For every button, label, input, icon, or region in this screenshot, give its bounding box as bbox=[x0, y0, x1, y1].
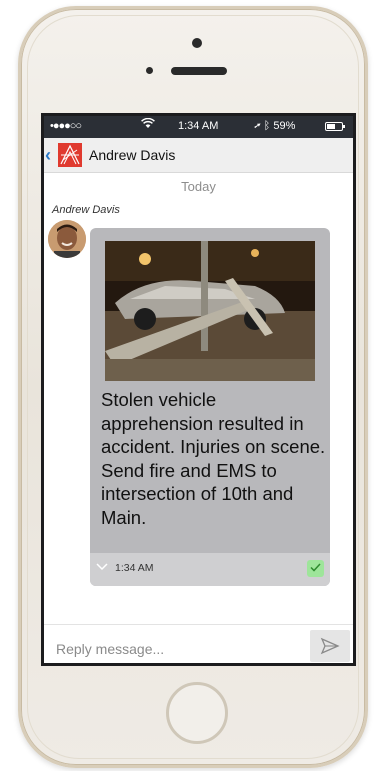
reply-bar bbox=[44, 624, 353, 663]
message-footer: 1:34 AM bbox=[90, 553, 330, 586]
check-icon bbox=[307, 560, 324, 577]
home-button[interactable] bbox=[166, 682, 228, 744]
front-sensor bbox=[192, 38, 202, 48]
phone-screen: •●●●○○ 1:34 AM ➚ ᛒ 59% ‹ Andrew Davis To… bbox=[41, 113, 356, 666]
bluetooth-icon: ᛒ bbox=[263, 120, 271, 132]
wifi-icon bbox=[141, 117, 155, 132]
contact-logo-icon bbox=[58, 143, 82, 167]
battery-icon bbox=[325, 122, 345, 131]
status-right-group: ➚ ᛒ 59% bbox=[254, 120, 295, 132]
earpiece-speaker bbox=[171, 67, 227, 75]
reply-message-input[interactable] bbox=[54, 638, 288, 660]
message-text: Stolen vehicle apprehension resulted in … bbox=[101, 389, 326, 528]
send-icon bbox=[320, 637, 340, 655]
contact-name[interactable]: Andrew Davis bbox=[89, 147, 175, 163]
status-time: 1:34 AM bbox=[178, 120, 219, 132]
message-photo[interactable] bbox=[105, 241, 315, 381]
front-camera bbox=[146, 67, 153, 74]
message-bubble[interactable]: Stolen vehicle apprehension resulted in … bbox=[90, 228, 330, 586]
signal-indicator: •●●●○○ bbox=[50, 120, 82, 132]
message-sender-name: Andrew Davis bbox=[52, 204, 120, 216]
location-arrow-icon: ➚ bbox=[254, 120, 261, 132]
battery-percent: 59% bbox=[273, 120, 296, 132]
date-separator: Today bbox=[181, 179, 216, 194]
chevron-down-icon[interactable] bbox=[96, 560, 108, 574]
message-time: 1:34 AM bbox=[115, 562, 154, 574]
sender-avatar[interactable] bbox=[48, 220, 86, 258]
send-button[interactable] bbox=[310, 630, 350, 662]
conversation-header: ‹ Andrew Davis bbox=[44, 138, 353, 173]
status-bar: •●●●○○ 1:34 AM ➚ ᛒ 59% bbox=[44, 116, 353, 138]
back-chevron-icon[interactable]: ‹ bbox=[45, 145, 51, 166]
